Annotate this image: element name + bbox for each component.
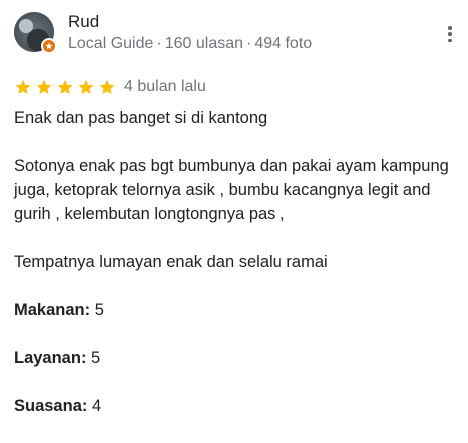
local-guide-label: Local Guide: [68, 35, 154, 52]
attribute-label: Suasana:: [14, 397, 88, 415]
attribute-label: Layanan:: [14, 349, 87, 367]
attribute-service: Layanan: 5: [14, 346, 458, 370]
more-vert-icon[interactable]: [442, 24, 458, 44]
reviewer-header: Rud Local Guide · 160 ulasan · 494 foto: [14, 12, 312, 54]
review-paragraph: Tempatnya lumayan enak dan selalu ramai: [14, 253, 328, 271]
attribute-value: 4: [91, 397, 102, 415]
avatar[interactable]: [14, 12, 57, 54]
attribute-food: Makanan: 5: [14, 298, 458, 322]
attribute-label: Makanan:: [14, 301, 91, 319]
attribute-value: 5: [94, 301, 104, 319]
star-icon: [14, 78, 32, 96]
star-rating: [14, 78, 119, 96]
review-date: 4 bulan lalu: [124, 78, 206, 95]
review-paragraph: Enak dan pas banget si di kantong: [14, 109, 268, 127]
rating-row: 4 bulan lalu: [14, 77, 206, 97]
photo-count: 494 foto: [254, 35, 313, 52]
meta-separator: ·: [156, 35, 162, 52]
reviewer-name[interactable]: Rud: [68, 12, 312, 32]
review-paragraph: Sotonya enak pas bgt bumbunya dan pakai …: [14, 157, 449, 223]
star-icon: [77, 78, 95, 96]
star-icon: [56, 78, 74, 96]
reviewer-meta: Local Guide · 160 ulasan · 494 foto: [68, 34, 312, 54]
star-icon: [98, 78, 116, 96]
reviewer-info: Rud Local Guide · 160 ulasan · 494 foto: [68, 12, 312, 54]
review-count: 160 ulasan: [164, 35, 244, 52]
attribute-value: 5: [91, 349, 101, 367]
attribute-atmosphere: Suasana: 4: [14, 394, 458, 418]
review-card: Rud Local Guide · 160 ulasan · 494 foto 4 bu…: [0, 0, 468, 443]
star-icon: [35, 78, 53, 96]
review-text: Enak dan pas banget si di kantong Sotony…: [14, 106, 458, 442]
local-guide-badge-icon: [41, 38, 57, 54]
meta-separator: ·: [246, 35, 252, 52]
